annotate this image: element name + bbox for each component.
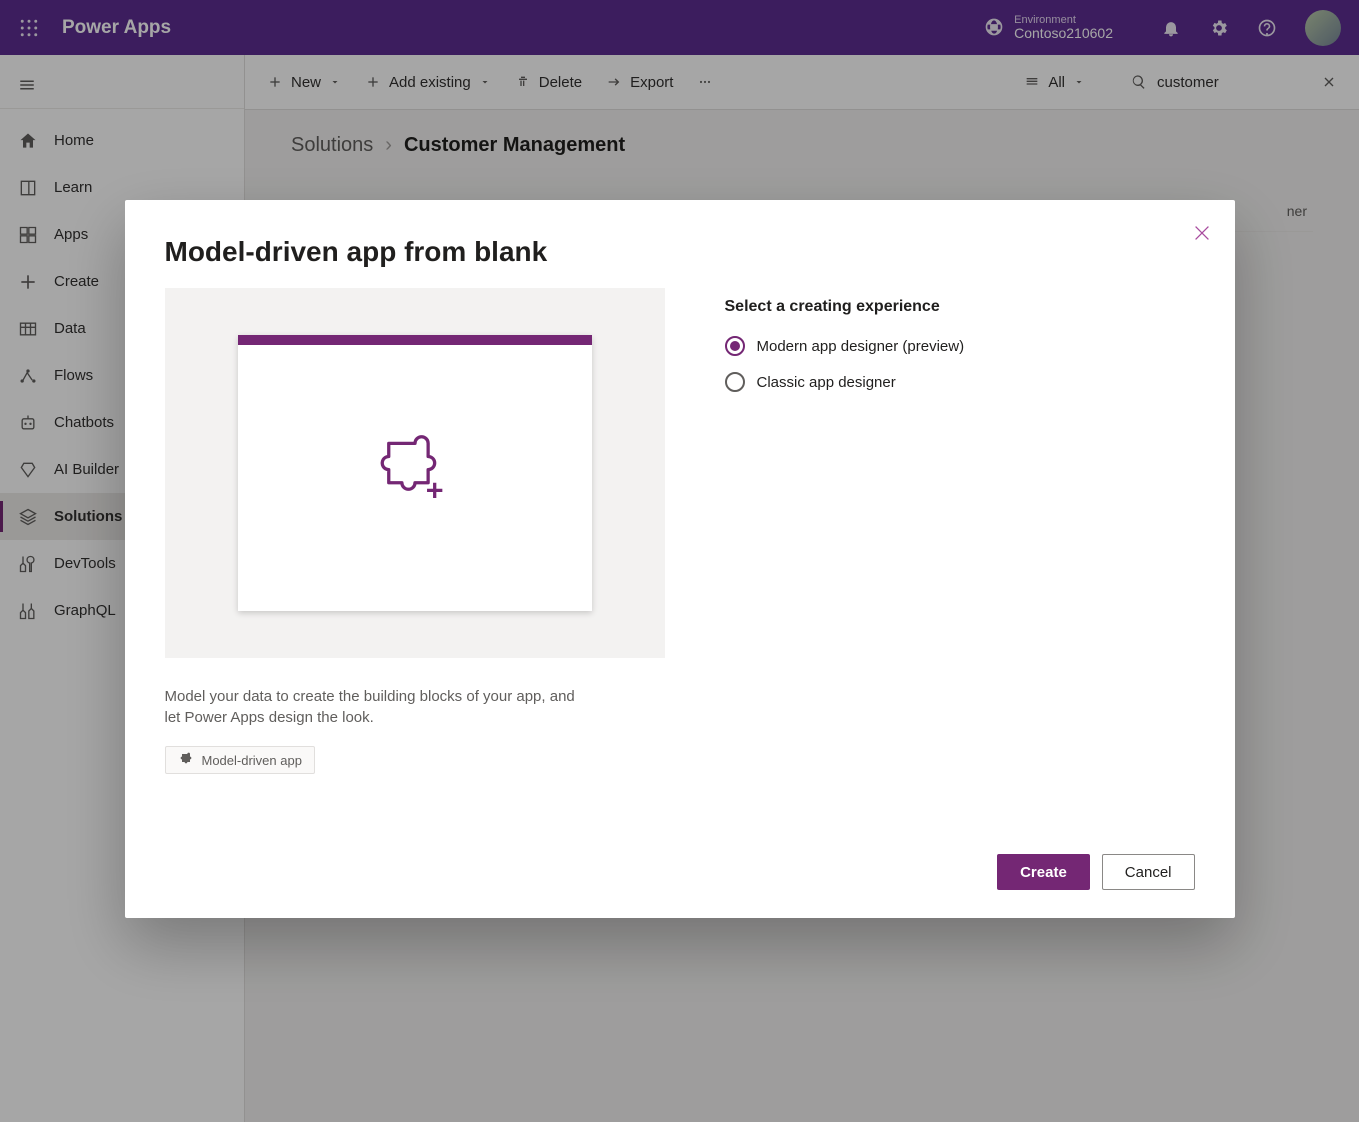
options-heading: Select a creating experience [725,298,965,316]
puzzle-icon [178,752,194,768]
dialog-close-button[interactable] [1191,222,1213,249]
close-icon [1191,222,1213,244]
dialog-title: Model-driven app from blank [165,236,1195,268]
app-preview-image [165,288,665,658]
create-button[interactable]: Create [997,854,1090,890]
cancel-button[interactable]: Cancel [1102,854,1195,890]
radio-option-0[interactable]: Modern app designer (preview) [725,336,965,356]
app-type-tag: Model-driven app [165,746,315,774]
dialog-description: Model your data to create the building b… [165,686,585,728]
modal-overlay: Model-driven app from blank Model [0,0,1359,1122]
puzzle-plus-icon [380,432,450,502]
radio-option-1[interactable]: Classic app designer [725,372,965,392]
app-type-tag-label: Model-driven app [202,753,302,768]
radio-icon [725,372,745,392]
radio-label: Classic app designer [757,374,896,391]
radio-icon [725,336,745,356]
create-app-dialog: Model-driven app from blank Model [125,200,1235,918]
radio-label: Modern app designer (preview) [757,338,965,355]
